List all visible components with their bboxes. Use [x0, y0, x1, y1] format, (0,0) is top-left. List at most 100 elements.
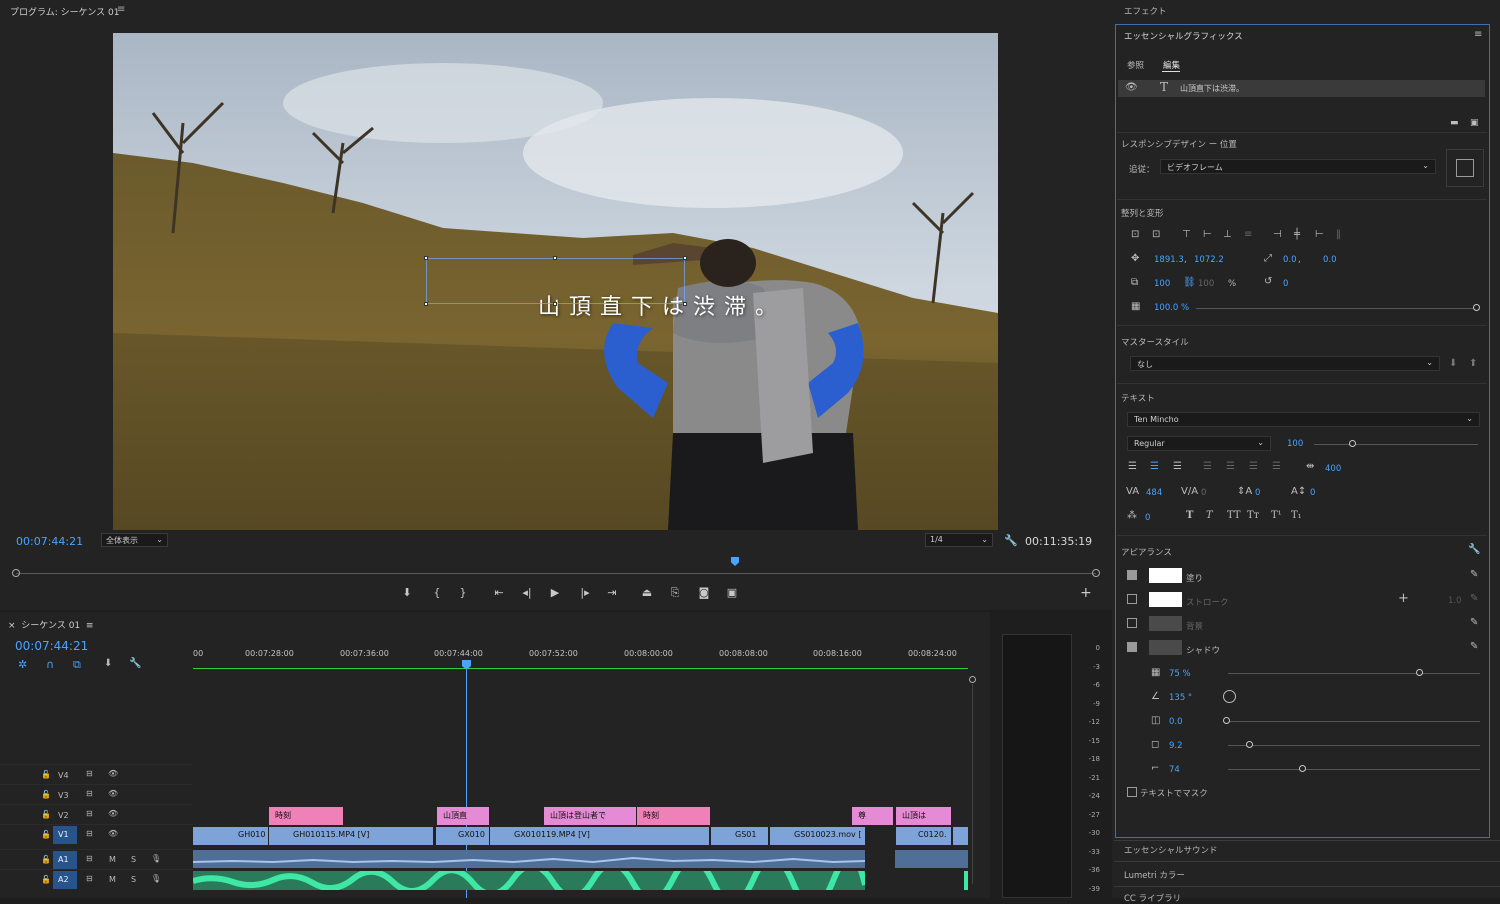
mute-button[interactable]: M [109, 855, 116, 864]
hamburger-icon[interactable]: ≡ [86, 621, 94, 631]
shadow-size-slider[interactable] [1228, 745, 1480, 746]
hamburger-icon[interactable]: ≡ [1474, 29, 1482, 40]
shadow-opacity-knob[interactable] [1416, 669, 1423, 676]
leading-value[interactable]: 0 [1255, 488, 1260, 498]
fill-checkbox[interactable] [1127, 570, 1137, 580]
audio-clip-a2[interactable] [193, 871, 865, 890]
video-clip[interactable] [953, 827, 968, 845]
shadow-color-swatch[interactable] [1149, 640, 1182, 655]
justify-all-icon[interactable]: ☰ [1272, 461, 1281, 472]
shadow-blur-knob[interactable] [1299, 765, 1306, 772]
anchor-x[interactable]: 0.0 [1283, 255, 1297, 265]
lift-icon[interactable]: ⏏ [639, 586, 655, 600]
lumetri-color-tab[interactable]: Lumetri カラー [1124, 869, 1185, 881]
step-back-icon[interactable]: ◂| [519, 586, 535, 600]
font-size-value[interactable]: 100 [1287, 439, 1303, 449]
tab-edit[interactable]: 編集 [1163, 59, 1180, 71]
shadow-distance-value[interactable]: 0.0 [1169, 717, 1183, 727]
faux-italic-icon[interactable]: T [1206, 510, 1213, 521]
master-style-dropdown[interactable]: なし ⌄ [1130, 356, 1440, 371]
lock-icon[interactable]: 🔓 [41, 770, 51, 779]
baseline-value[interactable]: 0 [1310, 488, 1315, 498]
justify-left-icon[interactable]: ☰ [1203, 461, 1212, 472]
push-style-icon[interactable]: ⬇ [1449, 358, 1457, 369]
align-right-icon[interactable]: ⊢ [1315, 229, 1324, 240]
position-x[interactable]: 1891.3 [1154, 255, 1184, 265]
wrench-icon[interactable]: 🔧 [129, 658, 141, 669]
sync-icon[interactable]: ⊟ [86, 809, 93, 818]
title-bounding-box[interactable] [426, 258, 685, 304]
font-size-slider-knob[interactable] [1349, 440, 1356, 447]
eye-icon[interactable]: 👁 [1125, 82, 1138, 93]
work-area-bar[interactable] [193, 668, 968, 669]
scrub-bar[interactable] [16, 573, 1096, 574]
marker-icon[interactable]: ⬇ [104, 658, 112, 669]
kerning-value[interactable]: 484 [1146, 488, 1162, 498]
track-name[interactable]: A2 [53, 871, 77, 889]
new-layer-icon[interactable]: ▣ [1470, 118, 1479, 128]
subscript-icon[interactable]: T₁ [1291, 510, 1302, 521]
graphic-clip[interactable]: 時刻 [269, 807, 343, 825]
go-to-in-icon[interactable]: ⇤ [491, 586, 507, 600]
go-to-out-icon[interactable]: ⇥ [604, 586, 620, 600]
eyedropper-icon[interactable]: ✎ [1470, 641, 1478, 652]
sync-icon[interactable]: ⊟ [86, 769, 93, 778]
scrub-end-handle[interactable] [1092, 569, 1100, 577]
essential-sound-tab[interactable]: エッセンシャルサウンド [1124, 844, 1218, 856]
all-caps-icon[interactable]: TT [1227, 510, 1241, 521]
track-name[interactable]: A1 [53, 851, 77, 869]
video-clip[interactable]: GX010119.MP4 [V] [490, 827, 709, 845]
audio-clip-a1[interactable] [193, 850, 865, 868]
stroke-color-swatch[interactable] [1149, 592, 1182, 607]
mic-icon[interactable]: 🎙 [151, 854, 161, 863]
shadow-checkbox[interactable] [1127, 642, 1137, 652]
mask-with-text-checkbox[interactable] [1127, 787, 1137, 797]
compare-icon[interactable]: ▣ [724, 586, 740, 600]
graphic-clip[interactable]: 山頂は [896, 807, 951, 825]
video-clip[interactable]: GH010 [193, 827, 268, 845]
lock-icon[interactable]: 🔓 [41, 830, 51, 839]
lock-icon[interactable]: 🔓 [41, 790, 51, 799]
linked-selection-icon[interactable]: ⧉ [73, 658, 81, 672]
align-text-left-icon[interactable]: ☰ [1128, 461, 1137, 472]
shadow-distance-knob[interactable] [1223, 717, 1230, 724]
justify-right-icon[interactable]: ☰ [1249, 461, 1258, 472]
resize-handle[interactable] [683, 256, 687, 260]
resize-handle[interactable] [683, 302, 687, 306]
scale-height[interactable]: 100 [1198, 279, 1214, 289]
follow-dropdown[interactable]: ビデオフレーム ⌄ [1160, 159, 1436, 174]
eye-icon[interactable]: 👁 [108, 789, 118, 798]
align-left-icon[interactable]: ⊣ [1273, 229, 1282, 240]
audio-clip-a1[interactable] [895, 850, 968, 868]
camera-icon[interactable]: ◙ [696, 586, 712, 600]
background-color-swatch[interactable] [1149, 616, 1182, 631]
zoom-handle[interactable] [969, 676, 976, 683]
opacity-slider-knob[interactable] [1473, 304, 1480, 311]
track-name[interactable]: V1 [53, 826, 77, 844]
anchor-y[interactable]: 0.0 [1323, 255, 1337, 265]
shadow-blur-slider[interactable] [1228, 769, 1480, 770]
step-forward-icon[interactable]: |▸ [577, 586, 593, 600]
shadow-angle-value[interactable]: 135 ° [1169, 693, 1192, 703]
video-clip[interactable]: GS01 [711, 827, 768, 845]
shadow-size-value[interactable]: 9.2 [1169, 741, 1183, 751]
tracking-value[interactable]: 400 [1325, 464, 1341, 474]
hamburger-icon[interactable]: ≡ [117, 4, 125, 15]
align-top-icon[interactable]: ⊤ [1182, 229, 1191, 240]
extract-icon[interactable]: ⎘ [667, 586, 683, 600]
snap-icon[interactable]: ∩ [46, 658, 54, 671]
fit-dropdown[interactable]: 全体表示 ⌄ [101, 533, 168, 547]
eye-icon[interactable]: 👁 [108, 829, 118, 838]
add-marker-icon[interactable]: ⬇ [399, 586, 415, 600]
justify-center-icon[interactable]: ☰ [1226, 461, 1235, 472]
shadow-size-knob[interactable] [1246, 741, 1253, 748]
graphic-clip[interactable]: 山頂は登山者で [544, 807, 636, 825]
eye-icon[interactable]: 👁 [108, 769, 118, 778]
video-clip[interactable]: C0120. [896, 827, 951, 845]
opacity-value[interactable]: 100.0 % [1154, 303, 1189, 313]
resolution-dropdown[interactable]: 1/4 ⌄ [925, 533, 993, 547]
align-middle-icon[interactable]: ⊡ [1152, 229, 1160, 240]
sync-icon[interactable]: ⊟ [86, 874, 93, 883]
font-size-slider[interactable] [1314, 444, 1478, 445]
eyedropper-icon[interactable]: ✎ [1470, 593, 1478, 604]
